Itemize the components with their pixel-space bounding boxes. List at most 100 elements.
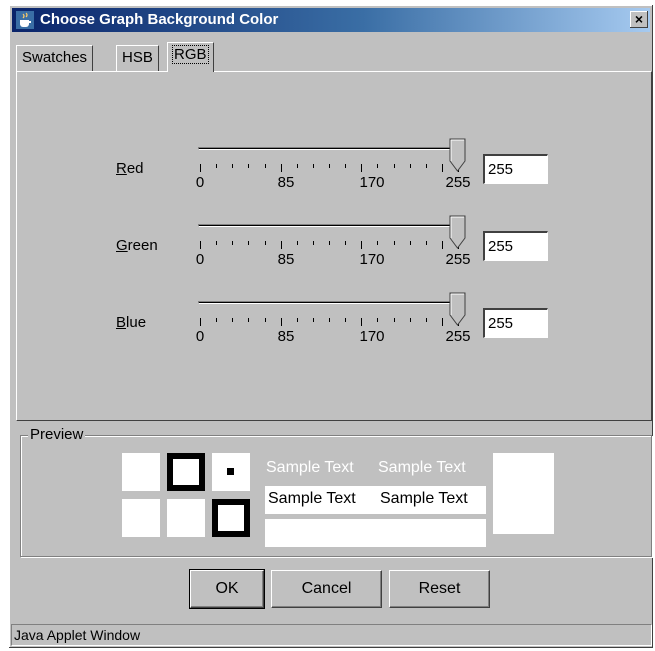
preview-swatch-plain [122, 453, 160, 491]
slider-tick [394, 164, 395, 168]
slider-tick [313, 318, 314, 322]
slider-tick [377, 164, 378, 168]
slider-thumb-blue[interactable] [449, 292, 467, 326]
slider-tick [216, 318, 217, 322]
preview-swatch-thick-border-2 [212, 499, 250, 537]
slider-tick [297, 241, 298, 245]
value-field-blue[interactable] [483, 308, 548, 338]
slider-thumb-red[interactable] [449, 138, 467, 172]
reset-button[interactable]: Reset [389, 570, 490, 608]
slider-tick [281, 164, 282, 172]
slider-tick [361, 318, 362, 326]
slider-tick [265, 164, 266, 168]
slider-tick [345, 164, 346, 168]
slider-tick [313, 241, 314, 245]
slider-tick [394, 318, 395, 322]
slider-tick [232, 318, 233, 322]
mnemonic-letter: G [116, 237, 128, 254]
slider-tick [442, 164, 443, 172]
slider-tick-label: 170 [359, 174, 385, 191]
slider-tick [345, 241, 346, 245]
slider-tick [200, 241, 201, 249]
slider-tick-label: 0 [195, 328, 205, 345]
ok-button[interactable]: OK [189, 569, 265, 609]
slider-tick [232, 241, 233, 245]
slider-tick [265, 241, 266, 245]
tab-swatches[interactable]: Swatches [16, 45, 94, 71]
slider-tick [248, 318, 249, 322]
value-field-red[interactable] [483, 154, 548, 184]
sample-blank-row [265, 519, 486, 547]
slider-tick [426, 318, 427, 322]
window-title: Choose Graph Background Color [40, 11, 279, 28]
slider-tick-label: 170 [359, 328, 385, 345]
label-rest: ed [126, 160, 144, 177]
slider-track-red[interactable] [198, 147, 460, 150]
tab-rgb[interactable]: RGB [167, 42, 214, 72]
sample-text-white-2: Sample Text [378, 459, 466, 476]
slider-tick [216, 241, 217, 245]
slider-tick-label: 85 [277, 328, 295, 345]
slider-tick [426, 164, 427, 168]
slider-tick [377, 318, 378, 322]
tab-label: HSB [122, 49, 153, 66]
slider-tick [281, 241, 282, 249]
large-color-swatch [493, 453, 554, 534]
slider-label-blue: Blue [116, 314, 146, 331]
slider-tick [329, 241, 330, 245]
slider-tick [265, 318, 266, 322]
slider-tick-label: 255 [445, 174, 471, 191]
slider-tick [377, 241, 378, 245]
slider-track-blue[interactable] [198, 301, 460, 304]
cancel-button[interactable]: Cancel [271, 570, 382, 608]
slider-tick-label: 85 [277, 251, 295, 268]
value-field-green[interactable] [483, 231, 548, 261]
tab-label: RGB [172, 45, 209, 64]
slider-tick [361, 164, 362, 172]
close-button[interactable]: × [630, 11, 648, 28]
slider-tick-label: 0 [195, 174, 205, 191]
preview-swatch-plain-3 [167, 499, 205, 537]
slider-tick [410, 318, 411, 322]
slider-tick [248, 241, 249, 245]
slider-thumb-green[interactable] [449, 215, 467, 249]
preview-swatch-dot [212, 453, 250, 491]
slider-tick [442, 241, 443, 249]
slider-tick [232, 164, 233, 168]
slider-tick-label: 170 [359, 251, 385, 268]
slider-tick [394, 241, 395, 245]
mnemonic-letter: B [116, 314, 127, 331]
rgb-panel [16, 71, 652, 421]
dot-mark [227, 468, 234, 475]
slider-tick [216, 164, 217, 168]
slider-label-green: Green [116, 237, 158, 254]
slider-tick [313, 164, 314, 168]
slider-tick [281, 318, 282, 326]
mnemonic-letter: R [116, 160, 127, 177]
slider-tick [442, 318, 443, 326]
java-cup-icon [16, 11, 34, 29]
label-rest: reen [127, 237, 158, 254]
slider-tick [361, 241, 362, 249]
tab-label: Swatches [22, 49, 88, 66]
title-bar[interactable]: Choose Graph Background Color × [12, 8, 650, 32]
tab-hsb[interactable]: HSB [116, 45, 159, 71]
slider-track-green[interactable] [198, 224, 460, 227]
preview-swatch-plain-2 [122, 499, 160, 537]
sample-text-black-2: Sample Text [380, 490, 468, 507]
slider-tick [329, 318, 330, 322]
slider-tick [426, 241, 427, 245]
preview-swatch-thick-border [167, 453, 205, 491]
slider-tick-label: 0 [195, 251, 205, 268]
slider-tick [297, 318, 298, 322]
slider-tick [329, 164, 330, 168]
sample-text-white-1: Sample Text [266, 459, 354, 476]
slider-tick-label: 255 [445, 328, 471, 345]
label-rest: lue [126, 314, 147, 331]
slider-tick [248, 164, 249, 168]
slider-tick [200, 318, 201, 326]
sample-text-black-1: Sample Text [268, 490, 356, 507]
slider-tick-label: 85 [277, 174, 295, 191]
slider-tick [200, 164, 201, 172]
status-bar: Java Applet Window [11, 624, 652, 646]
